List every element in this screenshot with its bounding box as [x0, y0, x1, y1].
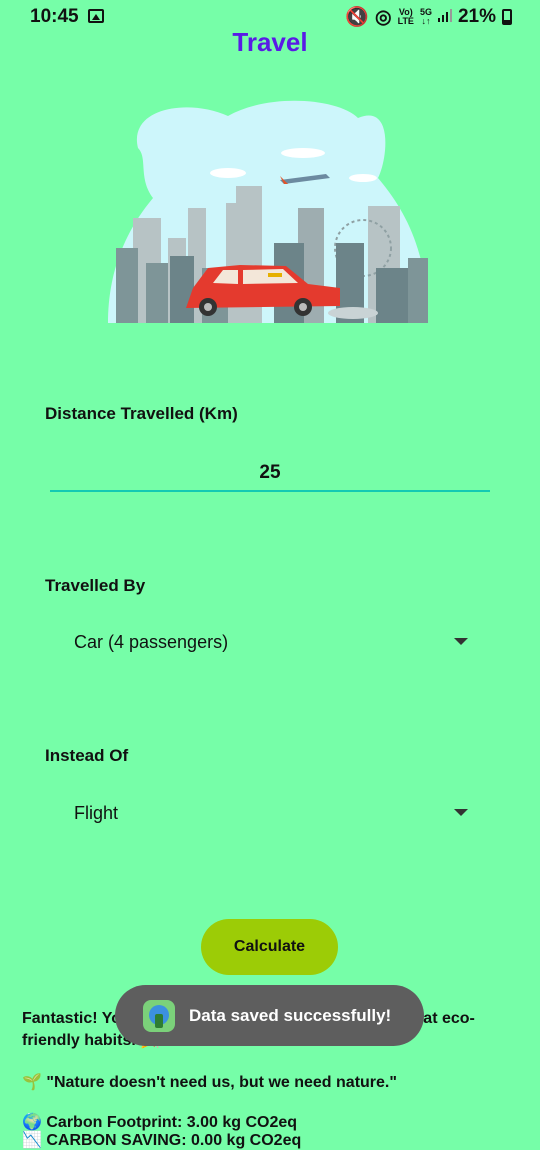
travelled-by-value: Car (4 passengers) [74, 632, 229, 652]
result-quote: 🌱 "Nature doesn't need us, but we need n… [22, 1074, 397, 1091]
instead-of-value: Flight [74, 803, 119, 823]
status-indicators: 🔇 ◎ Vo) LTE 5G ↓↑ 21% [345, 5, 512, 29]
instead-of-label: Instead Of [45, 746, 129, 765]
image-notification-icon [88, 9, 104, 23]
mute-icon: 🔇 [345, 7, 370, 28]
page-title: Travel [232, 27, 308, 57]
calculate-button[interactable]: Calculate [201, 919, 338, 975]
battery-icon [502, 9, 512, 25]
volte-indicator: Vo) LTE [397, 7, 414, 26]
chevron-down-icon [454, 638, 468, 645]
instead-of-select[interactable]: Flight [45, 791, 485, 835]
travelled-by-select[interactable]: Car (4 passengers) [45, 620, 485, 664]
fiveg-indicator: 5G ↓↑ [419, 7, 432, 26]
travel-illustration [108, 100, 428, 323]
chevron-down-icon [454, 809, 468, 816]
distance-label: Distance Travelled (Km) [45, 404, 238, 423]
toast-message: Data saved successfully! [189, 1005, 392, 1025]
carbon-saving: 📉 CARBON SAVING: 0.00 kg CO2eq [22, 1132, 302, 1149]
toast: Data saved successfully! [115, 985, 424, 1046]
travelled-by-label: Travelled By [45, 576, 146, 595]
carbon-footprint: 🌍 Carbon Footprint: 3.00 kg CO2eq [22, 1114, 298, 1131]
battery-percent: 21% [457, 6, 496, 27]
hotspot-icon: ◎ [375, 6, 392, 28]
signal-icon [437, 6, 452, 28]
distance-input[interactable] [50, 456, 490, 492]
status-time: 10:45 [30, 6, 79, 27]
app-logo-icon [143, 999, 175, 1032]
